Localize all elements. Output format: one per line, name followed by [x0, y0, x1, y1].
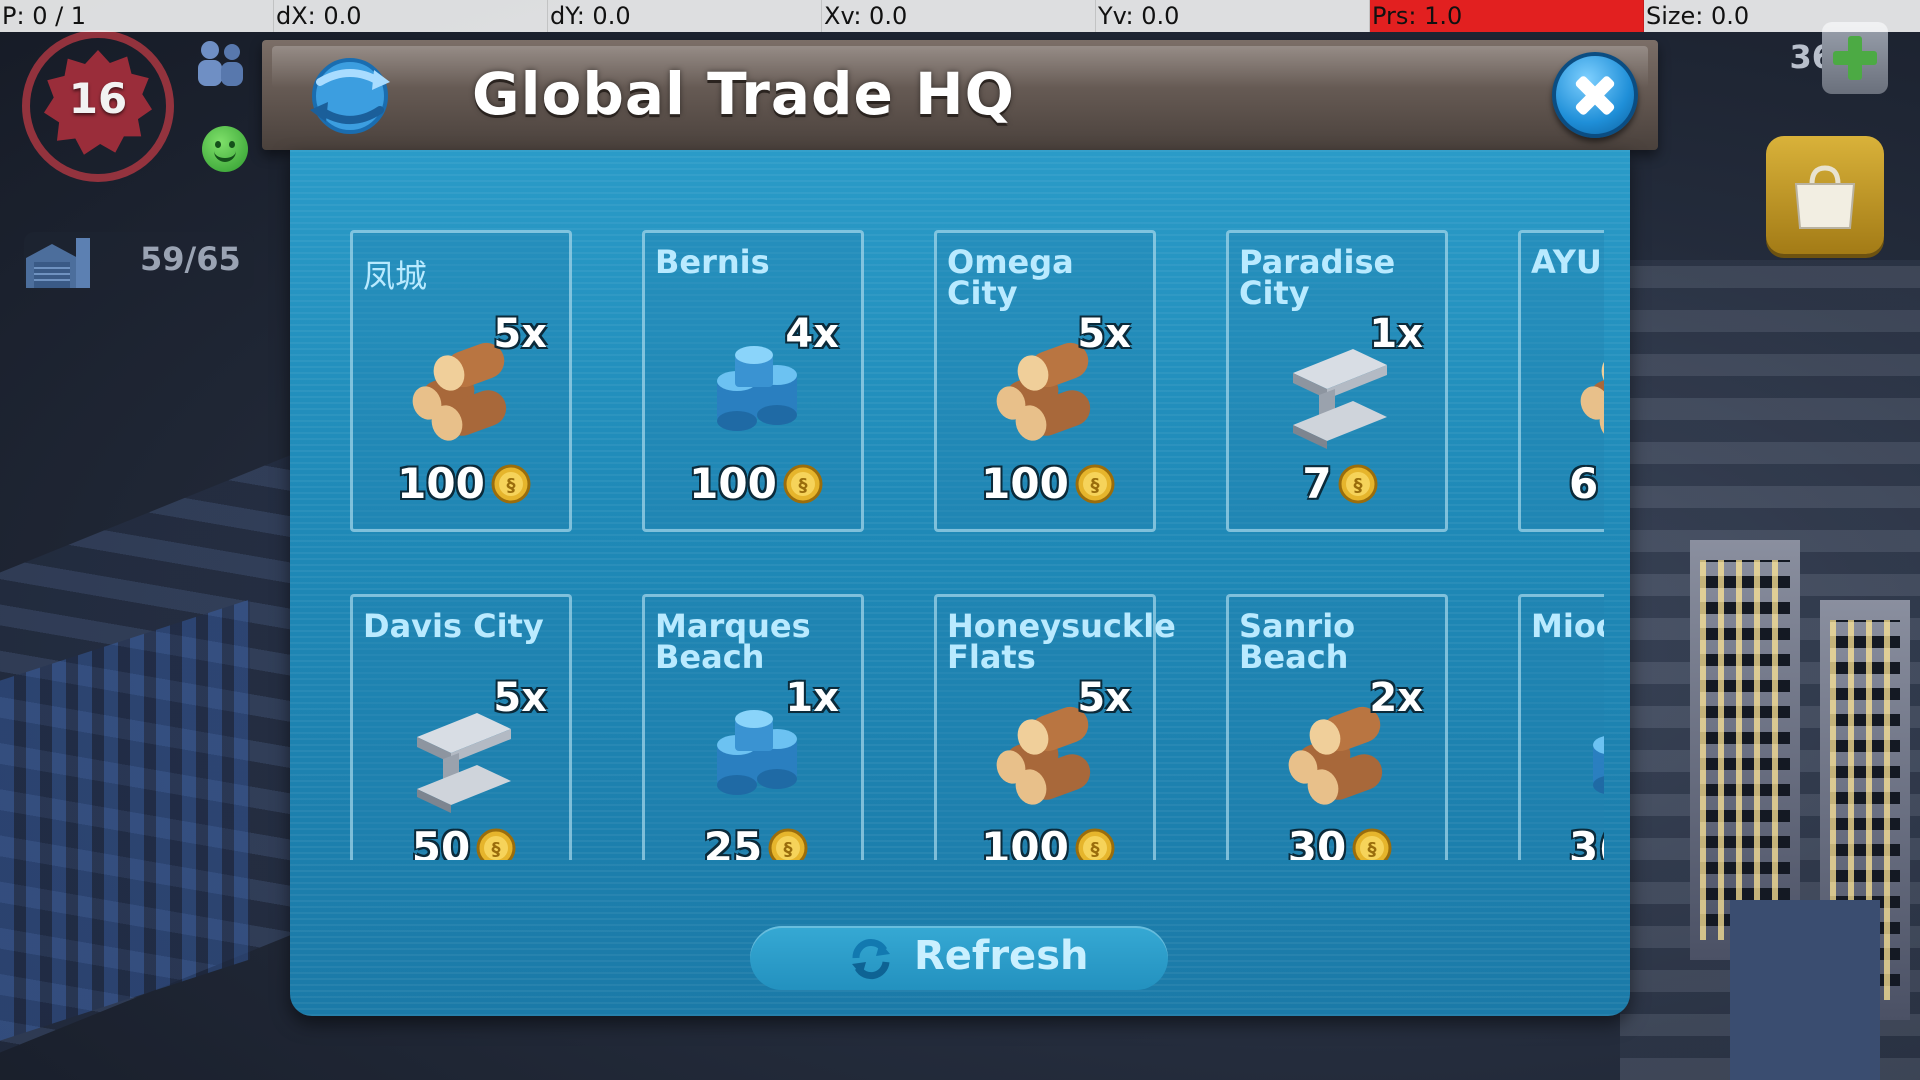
- offer-city-name: Sanrio Beach: [1239, 607, 1356, 676]
- svg-text:§: §: [506, 475, 515, 496]
- simoleon-coin-icon: §: [1338, 464, 1378, 503]
- offer-city-name: Marques Beach: [655, 607, 811, 676]
- storage-count: 59/65: [140, 240, 241, 278]
- offer-quantity: 5x: [1077, 311, 1131, 357]
- trade-offer-card[interactable]: AYU 6§: [1518, 230, 1604, 532]
- wood-icon: [1571, 333, 1604, 453]
- plastic-icon: [1571, 697, 1604, 817]
- storage-icon: [26, 238, 90, 288]
- refresh-button[interactable]: Refresh: [750, 926, 1168, 990]
- svg-text:§: §: [784, 839, 793, 860]
- building-tower: [1690, 540, 1800, 960]
- offer-price-row: 25 §: [645, 823, 867, 860]
- trade-panel: 凤城 5x 100 § Bernis 4x 100 § Omega City 5x 100 § Para…: [290, 150, 1630, 1016]
- simoleon-coin-icon: §: [476, 828, 516, 860]
- trade-offer-card[interactable]: Marques Beach 1x 25 §: [642, 594, 864, 860]
- debug-dx: dX: 0.0: [274, 0, 548, 32]
- trade-offer-card[interactable]: Sanrio Beach 2x 30 §: [1226, 594, 1448, 860]
- building-block: [1730, 900, 1880, 1080]
- offer-city-name: Mioc Mok: [1531, 607, 1604, 645]
- simoleon-coin-icon: §: [783, 464, 823, 503]
- offer-city-name: Davis City: [363, 607, 544, 645]
- happy-face-icon[interactable]: [202, 126, 248, 172]
- debug-size: Size: 0.0: [1646, 2, 1750, 30]
- simoleon-coin-icon: §: [1075, 828, 1115, 860]
- simoleon-coin-icon: §: [491, 464, 531, 503]
- offer-price: 100: [689, 459, 777, 508]
- svg-text:§: §: [1353, 475, 1362, 496]
- offer-price: 100: [981, 823, 1069, 860]
- svg-text:§: §: [798, 475, 807, 496]
- touch-debug-bar: P: 0 / 1 dX: 0.0 dY: 0.0 Xv: 0.0 Yv: 0.0…: [0, 0, 1920, 32]
- debug-dy: dY: 0.0: [548, 0, 822, 32]
- offer-quantity: 5x: [493, 311, 547, 357]
- offer-price: 3(: [1569, 823, 1604, 860]
- dialog-title: Global Trade HQ: [472, 60, 1015, 128]
- trade-offer-card[interactable]: Paradise City 1x 7 §: [1226, 230, 1448, 532]
- svg-text:§: §: [492, 839, 501, 860]
- trade-offer-card[interactable]: Davis City 5x 50 §: [350, 594, 572, 860]
- svg-text:§: §: [1090, 475, 1099, 496]
- offer-price: 6: [1569, 459, 1599, 508]
- offer-quantity: 5x: [493, 675, 547, 721]
- offer-city-name: Omega City: [947, 243, 1074, 312]
- offer-quantity: 1x: [1369, 311, 1423, 357]
- offer-price: 100: [981, 459, 1069, 508]
- offer-price-row: 30 §: [1229, 823, 1451, 860]
- trade-offer-card[interactable]: Omega City 5x 100 §: [934, 230, 1156, 532]
- refresh-label: Refresh: [914, 933, 1089, 979]
- simoleon-coin-icon: §: [768, 828, 808, 860]
- offer-city-name: Honeysuckle Flats: [947, 607, 1176, 676]
- simoleon-coin-icon: §: [1075, 464, 1115, 503]
- offer-price-row: 100 §: [937, 459, 1159, 511]
- offers-scroll-area[interactable]: 凤城 5x 100 § Bernis 4x 100 § Omega City 5x 100 § Para…: [350, 230, 1604, 860]
- simoleon-coin-icon: §: [1352, 828, 1392, 860]
- svg-text:§: §: [1368, 839, 1377, 860]
- offer-city-name: AYU: [1531, 243, 1602, 281]
- offer-city-name: Bernis: [655, 243, 770, 281]
- trade-offer-card[interactable]: Honeysuckle Flats 5x 100 §: [934, 594, 1176, 860]
- offer-price-row: 100 §: [937, 823, 1159, 860]
- trade-offer-card[interactable]: Bernis 4x 100 §: [642, 230, 864, 532]
- refresh-icon: [852, 938, 890, 980]
- debug-xv: Xv: 0.0: [822, 0, 1096, 32]
- offer-quantity: 5x: [1077, 675, 1131, 721]
- globe-arrows-icon: [310, 58, 390, 134]
- offer-price-row: 6§: [1521, 459, 1604, 511]
- trade-offer-card[interactable]: 凤城 5x 100 §: [350, 230, 572, 532]
- offer-quantity: 2x: [1369, 675, 1423, 721]
- offer-price: 25: [703, 823, 763, 860]
- offer-quantity: 4x: [785, 311, 839, 357]
- offer-price-row: 50 §: [353, 823, 575, 860]
- offer-price-row: 100 §: [645, 459, 867, 511]
- shop-button[interactable]: [1766, 136, 1884, 254]
- debug-yv: Yv: 0.0: [1096, 0, 1370, 32]
- add-simcash-button[interactable]: [1822, 22, 1888, 94]
- people-icon[interactable]: [188, 38, 252, 88]
- offer-price: 100: [397, 459, 485, 508]
- offer-price-row: 7 §: [1229, 459, 1451, 511]
- offer-price: 50: [411, 823, 471, 860]
- debug-pointer-count: P: 0 / 1: [0, 0, 274, 32]
- trade-offer-card[interactable]: Mioc Mok 3(§: [1518, 594, 1604, 860]
- svg-text:§: §: [1090, 839, 1099, 860]
- offer-quantity: 1x: [785, 675, 839, 721]
- shopping-bag-icon: [1794, 165, 1856, 229]
- offer-price: 30: [1287, 823, 1347, 860]
- close-button[interactable]: [1552, 52, 1638, 138]
- offer-price: 7: [1302, 459, 1332, 508]
- level-number: 16: [68, 74, 128, 123]
- offer-price-row: 3(§: [1521, 823, 1604, 860]
- offer-city-name: Paradise City: [1239, 243, 1396, 312]
- debug-pressure: Prs: 1.0: [1370, 0, 1644, 32]
- offer-city-name: 凤城: [363, 257, 428, 295]
- offer-price-row: 100 §: [353, 459, 575, 511]
